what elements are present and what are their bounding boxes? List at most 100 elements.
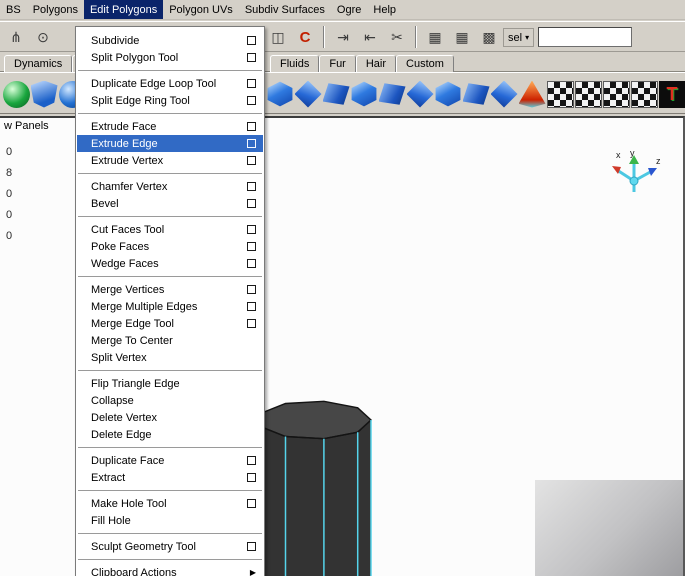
polygon-tool-icon[interactable] bbox=[267, 81, 293, 107]
checker-flag-icon[interactable] bbox=[546, 80, 574, 108]
quick-entry-field[interactable] bbox=[538, 27, 632, 47]
menu-item-label: Duplicate Edge Loop Tool bbox=[91, 77, 217, 90]
menu-subdiv-surfaces[interactable]: Subdiv Surfaces bbox=[239, 0, 331, 19]
option-box-icon[interactable] bbox=[247, 242, 256, 251]
viewport-panels-menu[interactable]: w Panels bbox=[4, 120, 49, 132]
edit-polygons-dropdown: Subdivide Split Polygon Tool Duplicate E… bbox=[75, 26, 265, 576]
tab-hair[interactable]: Hair bbox=[355, 55, 397, 72]
selection-mask-icon[interactable]: ⋔ bbox=[4, 25, 28, 49]
menu-edit-polygons[interactable]: Edit Polygons bbox=[83, 0, 164, 19]
menu-item-extrude-vertex[interactable]: Extrude Vertex bbox=[77, 152, 263, 169]
option-box-icon[interactable] bbox=[247, 53, 256, 62]
polygon-cylinder-mesh[interactable] bbox=[252, 394, 380, 576]
option-box-icon[interactable] bbox=[247, 319, 256, 328]
checker-flag-icon[interactable] bbox=[602, 80, 630, 108]
step-forward-icon[interactable]: ⇥ bbox=[331, 25, 355, 49]
option-box-icon[interactable] bbox=[247, 156, 256, 165]
menu-item-merge-vertices[interactable]: Merge Vertices bbox=[77, 281, 263, 298]
texture-t-icon[interactable]: T bbox=[658, 80, 685, 108]
option-box-icon[interactable] bbox=[247, 259, 256, 268]
tab-fluids[interactable]: Fluids bbox=[270, 55, 320, 72]
polygon-tool-icon[interactable] bbox=[406, 80, 434, 108]
option-box-icon[interactable] bbox=[247, 96, 256, 105]
menu-item-split-edge-ring-tool[interactable]: Split Edge Ring Tool bbox=[77, 92, 263, 109]
menu-item-make-hole-tool[interactable]: Make Hole Tool bbox=[77, 495, 263, 512]
menu-item-delete-vertex[interactable]: Delete Vertex bbox=[77, 409, 263, 426]
menu-bs[interactable]: BS bbox=[0, 0, 27, 19]
polygon-tool-icon[interactable] bbox=[322, 83, 350, 105]
polygon-tool-icon[interactable] bbox=[294, 80, 322, 108]
option-box-icon[interactable] bbox=[247, 182, 256, 191]
option-box-icon[interactable] bbox=[247, 79, 256, 88]
menu-item-sculpt-geometry-tool[interactable]: Sculpt Geometry Tool bbox=[77, 538, 263, 555]
step-back-icon[interactable]: ⇤ bbox=[358, 25, 382, 49]
option-box-icon[interactable] bbox=[247, 499, 256, 508]
menu-item-extrude-edge[interactable]: Extrude Edge bbox=[77, 135, 263, 152]
menu-item-duplicate-face[interactable]: Duplicate Face bbox=[77, 452, 263, 469]
input-history-icon[interactable]: ◫ bbox=[266, 25, 290, 49]
shelf-slot bbox=[406, 78, 434, 110]
polygon-tool-icon[interactable] bbox=[378, 83, 406, 105]
menu-item-clipboard-actions[interactable]: Clipboard Actions ▶ bbox=[77, 564, 263, 576]
polygon-tool-icon[interactable] bbox=[490, 80, 518, 108]
menu-item-bevel[interactable]: Bevel bbox=[77, 195, 263, 212]
menu-help[interactable]: Help bbox=[367, 0, 402, 19]
cut-keys-icon[interactable]: ✂ bbox=[385, 25, 409, 49]
snap-to-point-icon[interactable]: ⊙ bbox=[31, 25, 55, 49]
option-box-icon[interactable] bbox=[247, 36, 256, 45]
submenu-arrow-icon: ▶ bbox=[249, 568, 256, 576]
menu-item-merge-edge-tool[interactable]: Merge Edge Tool bbox=[77, 315, 263, 332]
menu-polygons[interactable]: Polygons bbox=[27, 0, 84, 19]
menu-item-cut-faces-tool[interactable]: Cut Faces Tool bbox=[77, 221, 263, 238]
menu-item-subdivide[interactable]: Subdivide bbox=[77, 32, 263, 49]
ipr-render-icon[interactable]: ▦ bbox=[450, 25, 474, 49]
menu-item-fill-hole[interactable]: Fill Hole bbox=[77, 512, 263, 529]
polygon-tool-icon[interactable] bbox=[462, 83, 490, 105]
menu-item-split-vertex[interactable]: Split Vertex bbox=[77, 349, 263, 366]
option-box-icon[interactable] bbox=[247, 302, 256, 311]
tab-custom[interactable]: Custom bbox=[396, 55, 454, 72]
menu-polygon-uvs[interactable]: Polygon UVs bbox=[163, 0, 239, 19]
menu-separator bbox=[78, 216, 262, 217]
polygon-tool-icon[interactable] bbox=[435, 81, 461, 107]
shelf-slot bbox=[546, 78, 574, 110]
menu-item-flip-triangle-edge[interactable]: Flip Triangle Edge bbox=[77, 375, 263, 392]
menu-item-delete-edge[interactable]: Delete Edge bbox=[77, 426, 263, 443]
menu-item-merge-to-center[interactable]: Merge To Center bbox=[77, 332, 263, 349]
menu-item-label: Chamfer Vertex bbox=[91, 180, 168, 193]
checker-flag-icon[interactable] bbox=[574, 80, 602, 108]
menu-item-extrude-face[interactable]: Extrude Face bbox=[77, 118, 263, 135]
option-box-icon[interactable] bbox=[247, 139, 256, 148]
cone-tool-icon[interactable] bbox=[518, 80, 546, 108]
menu-ogre[interactable]: Ogre bbox=[331, 0, 367, 19]
menu-item-split-polygon-tool[interactable]: Split Polygon Tool bbox=[77, 49, 263, 66]
menu-item-duplicate-edge-loop-tool[interactable]: Duplicate Edge Loop Tool bbox=[77, 75, 263, 92]
option-box-icon[interactable] bbox=[247, 225, 256, 234]
option-box-icon[interactable] bbox=[247, 473, 256, 482]
shield-icon[interactable] bbox=[30, 80, 58, 108]
menu-item-extract[interactable]: Extract bbox=[77, 469, 263, 486]
selection-mode-dropdown[interactable]: sel ▾ bbox=[503, 28, 535, 47]
toolbar-separator bbox=[415, 26, 417, 48]
option-box-icon[interactable] bbox=[247, 542, 256, 551]
menu-item-wedge-faces[interactable]: Wedge Faces bbox=[77, 255, 263, 272]
menubar: BS Polygons Edit Polygons Polygon UVs Su… bbox=[0, 0, 685, 20]
menu-item-collapse[interactable]: Collapse bbox=[77, 392, 263, 409]
option-box-icon[interactable] bbox=[247, 199, 256, 208]
option-box-icon[interactable] bbox=[247, 456, 256, 465]
construction-history-icon[interactable]: C bbox=[293, 25, 317, 49]
menu-item-poke-faces[interactable]: Poke Faces bbox=[77, 238, 263, 255]
sphere-material-icon[interactable] bbox=[2, 80, 30, 108]
menu-separator bbox=[78, 70, 262, 71]
option-box-icon[interactable] bbox=[247, 122, 256, 131]
polygon-tool-icon[interactable] bbox=[351, 81, 377, 107]
menu-item-chamfer-vertex[interactable]: Chamfer Vertex bbox=[77, 178, 263, 195]
render-globals-icon[interactable]: ▩ bbox=[477, 25, 501, 49]
tab-dynamics[interactable]: Dynamics bbox=[4, 55, 73, 72]
tab-fur[interactable]: Fur bbox=[319, 55, 356, 72]
option-box-icon[interactable] bbox=[247, 285, 256, 294]
menu-item-merge-multiple-edges[interactable]: Merge Multiple Edges bbox=[77, 298, 263, 315]
render-frame-icon[interactable]: ▦ bbox=[423, 25, 447, 49]
menu-item-label: Extrude Face bbox=[91, 120, 157, 133]
checker-flag-icon[interactable] bbox=[630, 80, 658, 108]
